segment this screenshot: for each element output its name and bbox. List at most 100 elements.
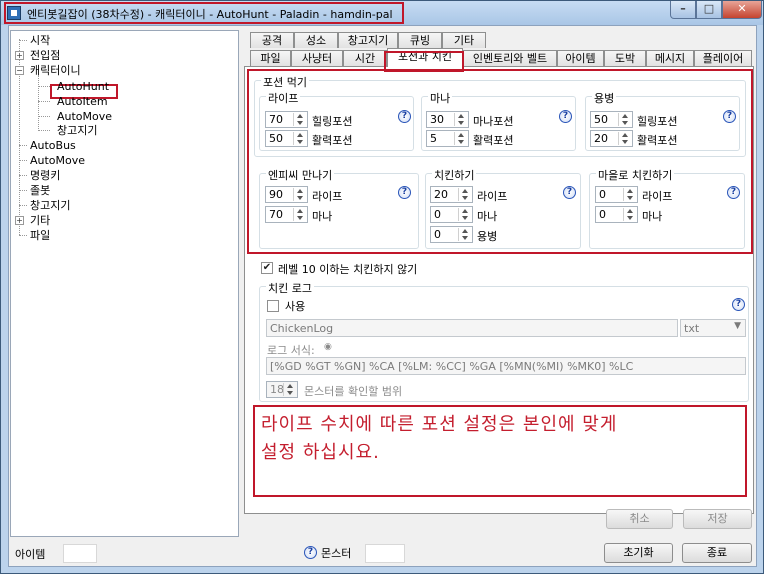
notice-box: 라이프 수치에 따른 포션 설정은 본인에 맞게 설정 하십시요. bbox=[253, 405, 747, 497]
tab-gamble[interactable]: 도박 bbox=[604, 50, 646, 66]
tab-attack[interactable]: 공격 bbox=[250, 32, 294, 48]
tab-hunt-area[interactable]: 사냥터 bbox=[291, 50, 343, 66]
life-healing-label: 힐링포션 bbox=[312, 115, 353, 128]
tab-highlight bbox=[384, 51, 464, 72]
tree-item-hotkeys[interactable]: 명령키 bbox=[30, 169, 60, 182]
town-mana-spinner[interactable]: 0 bbox=[595, 206, 638, 223]
tab-item[interactable]: 아이템 bbox=[557, 50, 604, 66]
tab-file[interactable]: 파일 bbox=[250, 50, 291, 66]
status-item-field bbox=[63, 544, 97, 563]
tab-strip: 공격 성소 창고지기 큐빙 기타 파일 사냥터 시간 포션과 치킨 인벤토리와 … bbox=[244, 32, 754, 72]
exit-button[interactable]: 종료 bbox=[682, 543, 752, 563]
tree-item-autoitem[interactable]: AutoItem bbox=[57, 95, 108, 108]
tree-item-automove[interactable]: AutoMove bbox=[57, 110, 112, 123]
help-icon[interactable]: ? bbox=[723, 110, 736, 123]
expand-icon[interactable]: + bbox=[15, 216, 24, 225]
app-window: 엔티봇길잡이 (38차수정) - 캐릭터이니 - AutoHunt - Pala… bbox=[0, 0, 764, 574]
cancel-button[interactable]: 취소 bbox=[606, 509, 673, 529]
help-icon[interactable]: ? bbox=[559, 110, 572, 123]
life-rejuv-label: 활력포션 bbox=[312, 134, 353, 147]
town-life-spinner[interactable]: 0 bbox=[595, 186, 638, 203]
mana-potion-spinner[interactable]: 30 bbox=[426, 111, 469, 128]
status-bar: 아이템 ? 몬스터 초기화 종료 bbox=[9, 540, 756, 566]
log-ext-select[interactable]: txt ▼ bbox=[680, 319, 746, 337]
help-icon[interactable]: ? bbox=[398, 186, 411, 199]
log-filename-input[interactable]: ChickenLog bbox=[266, 319, 678, 337]
settings-tree[interactable]: 시작 + 전입점 − 캐릭터이니 AutoHunt AutoItem AutoM… bbox=[10, 30, 239, 537]
minimize-button[interactable]: – bbox=[670, 1, 696, 19]
tab-inventory-belt[interactable]: 인벤토리와 벨트 bbox=[463, 50, 557, 66]
chicken-life-spinner[interactable]: 20 bbox=[430, 186, 473, 203]
group-chicken-title: 치킨하기 bbox=[432, 167, 477, 183]
tab-shrine[interactable]: 성소 bbox=[294, 32, 338, 48]
maximize-button[interactable]: □ bbox=[696, 1, 722, 19]
client-area: 시작 + 전입점 − 캐릭터이니 AutoHunt AutoItem AutoM… bbox=[8, 25, 757, 567]
title-bar[interactable]: 엔티봇길잡이 (38차수정) - 캐릭터이니 - AutoHunt - Pala… bbox=[1, 1, 763, 25]
tab-etc[interactable]: 기타 bbox=[442, 32, 486, 48]
group-potion-title: 포션 먹기 bbox=[261, 74, 309, 90]
merc-healing-spinner[interactable]: 50 bbox=[590, 111, 633, 128]
merc-rejuv-spinner[interactable]: 20 bbox=[590, 130, 633, 147]
life-rejuv-spinner[interactable]: 50 bbox=[265, 130, 308, 147]
group-mana-title: 마나 bbox=[428, 90, 453, 106]
help-icon[interactable]: ? bbox=[563, 186, 576, 199]
tab-panel-potion-chicken: 포션 먹기 라이프 70 힐링포션 50 활력포션 ? 마나 30 마나포션 5… bbox=[244, 66, 754, 514]
tree-item-autohunt[interactable]: AutoHunt bbox=[57, 80, 109, 93]
tree-item-file[interactable]: 파일 bbox=[30, 229, 50, 242]
mana-rejuv-spinner[interactable]: 5 bbox=[426, 130, 469, 147]
status-monster-field bbox=[365, 544, 405, 563]
tree-item-etc[interactable]: 기타 bbox=[30, 214, 50, 227]
tree-item-automove-2[interactable]: AutoMove bbox=[30, 154, 85, 167]
tree-item-stash-2[interactable]: 창고지기 bbox=[30, 199, 70, 212]
tree-item-entry[interactable]: 전입점 bbox=[30, 49, 60, 62]
tab-message[interactable]: 메시지 bbox=[646, 50, 694, 66]
tree-item-start[interactable]: 시작 bbox=[30, 34, 50, 47]
tab-cubing[interactable]: 큐빙 bbox=[398, 32, 442, 48]
expand-icon[interactable]: + bbox=[15, 51, 24, 60]
town-life-label: 라이프 bbox=[642, 190, 673, 203]
close-button[interactable]: ✕ bbox=[722, 1, 762, 19]
merc-healing-label: 힐링포션 bbox=[637, 115, 678, 128]
tree-item-jolbot[interactable]: 졸봇 bbox=[30, 184, 50, 197]
tree-item-stash[interactable]: 창고지기 bbox=[57, 124, 97, 137]
help-icon[interactable]: ? bbox=[398, 110, 411, 123]
tree-item-autobus[interactable]: AutoBus bbox=[30, 139, 76, 152]
chicken-mana-spinner[interactable]: 0 bbox=[430, 206, 473, 223]
log-format-input[interactable]: [%GD %GT %GN] %CA [%LM: %CC] %GA [%MN(%M… bbox=[266, 357, 746, 375]
chicken-merc-spinner[interactable]: 0 bbox=[430, 226, 473, 243]
info-icon: ◉ bbox=[324, 342, 332, 352]
save-button[interactable]: 저장 bbox=[683, 509, 752, 529]
collapse-icon[interactable]: − bbox=[15, 66, 24, 75]
tab-player[interactable]: 플레이어 bbox=[694, 50, 752, 66]
log-use-checkbox[interactable] bbox=[267, 300, 279, 312]
group-chicken-log-title: 치킨 로그 bbox=[266, 280, 314, 296]
npc-mana-spinner[interactable]: 70 bbox=[265, 206, 308, 223]
tab-stash[interactable]: 창고지기 bbox=[338, 32, 398, 48]
npc-life-spinner[interactable]: 90 bbox=[265, 186, 308, 203]
npc-mana-label: 마나 bbox=[312, 210, 333, 223]
status-monster-label: 몬스터 bbox=[321, 547, 352, 560]
log-format-label: 로그 서식: bbox=[267, 344, 315, 357]
notice-line-2: 설정 하십시요. bbox=[261, 442, 380, 463]
npc-life-label: 라이프 bbox=[312, 190, 343, 203]
tab-time[interactable]: 시간 bbox=[343, 50, 387, 66]
monster-range-label: 몬스터를 확인할 범위 bbox=[304, 385, 403, 398]
help-icon[interactable]: ? bbox=[732, 298, 745, 311]
status-item-label: 아이템 bbox=[15, 548, 46, 561]
help-icon[interactable]: ? bbox=[727, 186, 740, 199]
reset-button[interactable]: 초기화 bbox=[604, 543, 673, 563]
mana-potion-label: 마나포션 bbox=[473, 115, 514, 128]
chicken-mana-label: 마나 bbox=[477, 210, 498, 223]
help-icon[interactable]: ? bbox=[304, 546, 317, 559]
group-npc-title: 엔피씨 만나기 bbox=[266, 167, 335, 183]
chicken-life-label: 라이프 bbox=[477, 190, 508, 203]
group-merc-title: 용병 bbox=[592, 90, 617, 106]
group-life-title: 라이프 bbox=[266, 90, 301, 106]
life-healing-spinner[interactable]: 70 bbox=[265, 111, 308, 128]
level-check-checkbox[interactable]: ✔ bbox=[261, 262, 273, 274]
town-mana-label: 마나 bbox=[642, 210, 663, 223]
chicken-merc-label: 용병 bbox=[477, 230, 498, 243]
group-town-title: 마을로 치킨하기 bbox=[596, 167, 675, 183]
monster-range-spinner[interactable]: 18 bbox=[266, 381, 298, 398]
level-check-label: 레벨 10 이하는 치킨하지 않기 bbox=[278, 263, 418, 276]
